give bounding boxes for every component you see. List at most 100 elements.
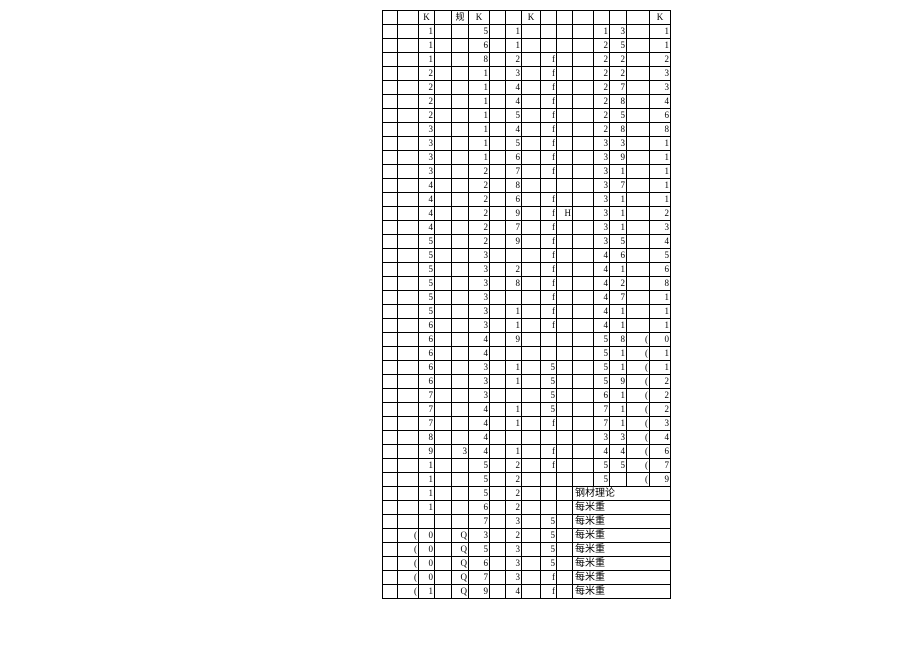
table-row: 538f428 <box>383 277 671 291</box>
table-row: (0Q535每米重 <box>383 543 671 557</box>
cell: 3 <box>594 151 610 165</box>
cell <box>573 179 594 193</box>
cell: ( <box>398 571 419 585</box>
cell <box>398 277 419 291</box>
cell <box>398 67 419 81</box>
cell: 2 <box>506 487 522 501</box>
cell <box>383 179 398 193</box>
cell <box>398 445 419 459</box>
cell: 1 <box>610 165 627 179</box>
cell: 1 <box>650 319 671 333</box>
cell <box>398 95 419 109</box>
cell <box>452 431 469 445</box>
cell <box>398 459 419 473</box>
cell <box>522 543 541 557</box>
cell: 4 <box>506 123 522 137</box>
cell <box>452 417 469 431</box>
cell: 1 <box>419 53 435 67</box>
cell: 2 <box>419 81 435 95</box>
cell <box>573 221 594 235</box>
cell: f <box>541 67 557 81</box>
cell <box>490 445 506 459</box>
cell <box>490 431 506 445</box>
cell <box>557 403 573 417</box>
cell: 1 <box>650 39 671 53</box>
cell <box>435 389 452 403</box>
cell <box>398 123 419 137</box>
cell: 3 <box>594 235 610 249</box>
cell: 1 <box>506 319 522 333</box>
cell <box>383 543 398 557</box>
cell <box>627 39 650 53</box>
table-row: 428371 <box>383 179 671 193</box>
cell <box>627 151 650 165</box>
cell <box>557 515 573 529</box>
cell: 3 <box>594 165 610 179</box>
cell: 1 <box>610 221 627 235</box>
cell <box>383 193 398 207</box>
cell <box>522 487 541 501</box>
table-row: 315f331 <box>383 137 671 151</box>
cell <box>573 459 594 473</box>
cell: 4 <box>594 249 610 263</box>
cell <box>522 221 541 235</box>
cell <box>541 487 557 501</box>
cell: 2 <box>419 67 435 81</box>
table-row: 741571(2 <box>383 403 671 417</box>
cell <box>435 123 452 137</box>
cell: 1 <box>419 39 435 53</box>
cell <box>452 221 469 235</box>
cell <box>490 543 506 557</box>
cell: ( <box>627 361 650 375</box>
cell <box>573 417 594 431</box>
cell <box>522 81 541 95</box>
cell: 4 <box>506 585 522 599</box>
cell: 4 <box>506 95 522 109</box>
cell: 6 <box>650 109 671 123</box>
cell: 每米重 <box>573 557 671 571</box>
cell <box>522 333 541 347</box>
cell: 8 <box>469 53 490 67</box>
cell: 5 <box>506 137 522 151</box>
cell: 6 <box>469 557 490 571</box>
cell <box>522 109 541 123</box>
cell: 1 <box>610 319 627 333</box>
cell <box>522 515 541 529</box>
cell <box>522 529 541 543</box>
cell: 4 <box>650 235 671 249</box>
cell <box>490 249 506 263</box>
cell <box>398 249 419 263</box>
cell: f <box>541 459 557 473</box>
cell <box>490 81 506 95</box>
cell <box>627 179 650 193</box>
cell <box>557 445 573 459</box>
cell: 2 <box>594 39 610 53</box>
cell: 每米重 <box>573 515 671 529</box>
cell <box>557 123 573 137</box>
cell <box>557 193 573 207</box>
cell: 1 <box>506 445 522 459</box>
cell: 1 <box>610 361 627 375</box>
cell <box>383 347 398 361</box>
cell <box>398 25 419 39</box>
cell <box>435 557 452 571</box>
cell: 3 <box>594 207 610 221</box>
hdr-0 <box>383 11 398 25</box>
cell: 每米重 <box>573 571 671 585</box>
cell <box>522 431 541 445</box>
cell: 3 <box>594 137 610 151</box>
cell <box>435 25 452 39</box>
cell: 4 <box>469 347 490 361</box>
cell: 2 <box>610 277 627 291</box>
cell: 2 <box>506 459 522 473</box>
cell <box>435 151 452 165</box>
cell <box>452 389 469 403</box>
table-body: 151131161251182f222213f223214f273214f284… <box>383 25 671 599</box>
cell: 3 <box>469 319 490 333</box>
cell <box>522 263 541 277</box>
cell <box>435 95 452 109</box>
table-row: 427f313 <box>383 221 671 235</box>
table-row: 151131 <box>383 25 671 39</box>
cell: 2 <box>469 207 490 221</box>
cell: 2 <box>469 221 490 235</box>
